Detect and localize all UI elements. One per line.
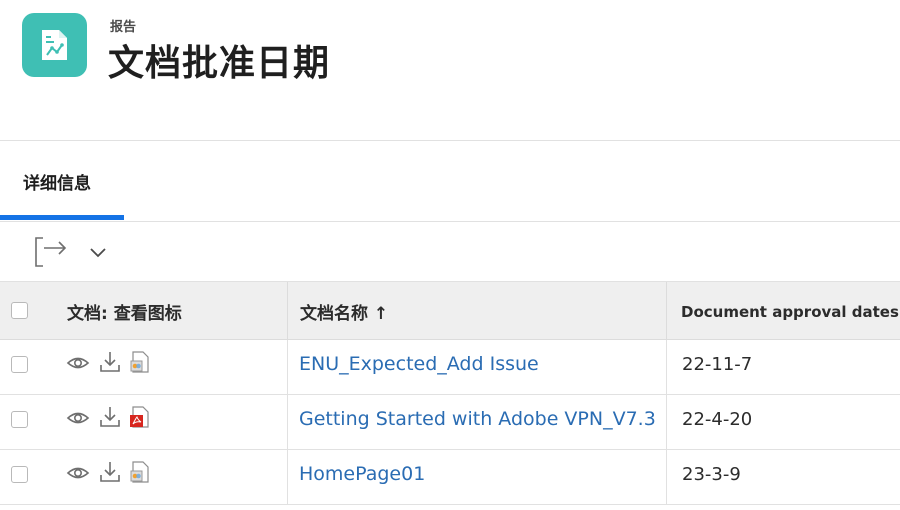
table-row: Getting Started with Adobe VPN_V7.3 22-4…: [0, 395, 900, 450]
document-name-link[interactable]: ENU_Expected_Add Issue: [299, 353, 539, 375]
select-all-checkbox[interactable]: [11, 302, 28, 319]
eye-icon[interactable]: [66, 408, 90, 428]
export-button[interactable]: [30, 234, 70, 268]
row-checkbox[interactable]: [11, 411, 28, 428]
tabs-divider: [0, 221, 900, 222]
generic-file-icon: [130, 461, 149, 483]
eye-icon[interactable]: [66, 463, 90, 483]
document-name-link[interactable]: HomePage01: [299, 463, 425, 485]
pdf-file-icon: [130, 406, 149, 428]
row-checkbox[interactable]: [11, 466, 28, 483]
report-chart-icon: [22, 13, 87, 77]
column-header-approval-dates[interactable]: Document approval dates: [681, 282, 899, 341]
approval-date: 23-3-9: [682, 464, 741, 485]
document-name-link[interactable]: Getting Started with Adobe VPN_V7.3: [299, 408, 656, 430]
page-title: 文档批准日期: [108, 43, 331, 84]
tab-details-label: 详细信息: [23, 174, 91, 194]
generic-file-icon: [130, 351, 149, 373]
column-divider: [287, 282, 288, 341]
export-menu-button[interactable]: [86, 240, 110, 264]
column-divider: [666, 395, 667, 450]
table-row: HomePage01 23-3-9: [0, 450, 900, 505]
column-header-document-name[interactable]: 文档名称 ↑: [300, 282, 388, 341]
table-row: ENU_Expected_Add Issue 22-11-7: [0, 340, 900, 395]
column-divider: [666, 450, 667, 505]
export-icon: [35, 237, 67, 267]
column-header-view-icon[interactable]: 文档: 查看图标: [67, 282, 182, 341]
column-divider: [287, 450, 288, 505]
header-divider: [0, 140, 900, 141]
eye-icon[interactable]: [66, 353, 90, 373]
object-type-label: 报告: [110, 20, 137, 35]
row-checkbox[interactable]: [11, 356, 28, 373]
column-divider: [287, 340, 288, 395]
column-divider: [666, 282, 667, 341]
column-divider: [666, 340, 667, 395]
download-icon[interactable]: [98, 460, 122, 484]
column-divider: [287, 395, 288, 450]
approval-date: 22-4-20: [682, 409, 753, 430]
approval-date: 22-11-7: [682, 354, 753, 375]
table-header: 文档: 查看图标 文档名称 ↑ Document approval dates: [0, 281, 900, 341]
tab-details[interactable]: 详细信息: [0, 141, 124, 221]
download-icon[interactable]: [98, 350, 122, 374]
active-tab-indicator: [0, 215, 124, 220]
chevron-down-icon: [90, 248, 106, 258]
download-icon[interactable]: [98, 405, 122, 429]
